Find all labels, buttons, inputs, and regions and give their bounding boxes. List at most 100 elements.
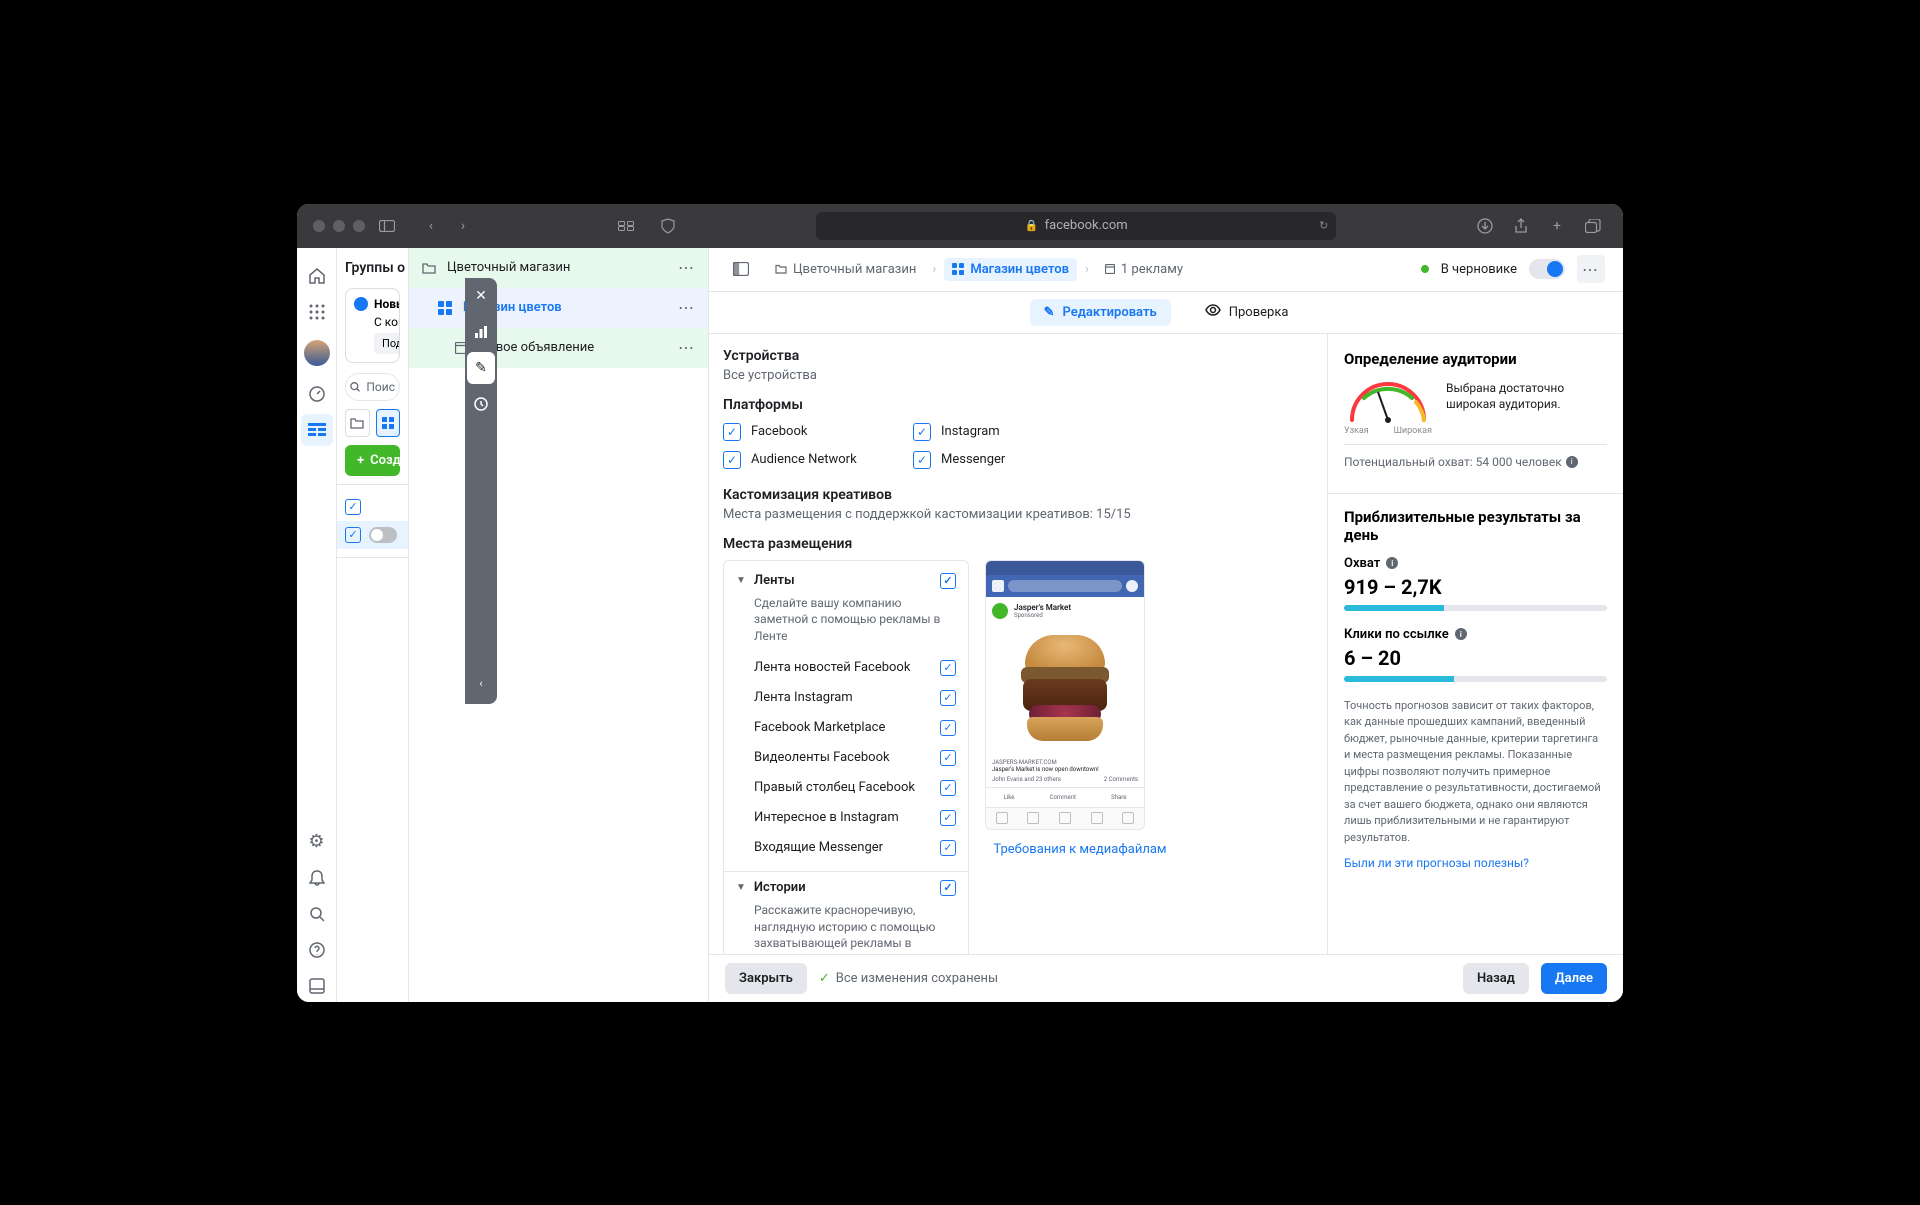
breadcrumb-adset[interactable]: Магазин цветов	[944, 258, 1077, 281]
apps-icon[interactable]	[301, 296, 333, 328]
forward-button-icon[interactable]: ›	[449, 212, 477, 240]
folder-icon[interactable]	[345, 409, 370, 437]
disclaimer-text: Точность прогнозов зависит от таких факт…	[1344, 698, 1607, 847]
ads-manager-icon[interactable]	[301, 414, 333, 446]
placement-item[interactable]: Интересное в Instagram✓	[736, 803, 956, 833]
placement-item[interactable]: Входящие Messenger✓	[736, 833, 956, 863]
platform-audience-network[interactable]: ✓Audience Network	[723, 451, 893, 469]
checkbox[interactable]: ✓	[940, 840, 956, 856]
checkbox[interactable]: ✓	[940, 720, 956, 736]
search-input[interactable]: Поис	[345, 373, 400, 401]
platform-facebook[interactable]: ✓Facebook	[723, 423, 893, 441]
checkbox[interactable]: ✓	[940, 880, 956, 896]
campaign-card[interactable]: Новый С конц Под	[345, 288, 400, 363]
table-row[interactable]: ✓	[337, 521, 408, 549]
browser-toolbar: ‹ › 🔒 facebook.com ↻ +	[297, 204, 1623, 248]
checkbox[interactable]: ✓	[940, 690, 956, 706]
more-icon[interactable]: ⋯	[1577, 255, 1605, 283]
checkbox[interactable]: ✓	[940, 750, 956, 766]
download-icon[interactable]	[1471, 212, 1499, 240]
search-icon[interactable]	[301, 898, 333, 930]
more-icon[interactable]: ⋯	[678, 258, 696, 277]
avatar[interactable]	[304, 340, 330, 366]
feedback-link[interactable]: Были ли эти прогнозы полезны?	[1344, 856, 1607, 870]
tab-icon	[996, 812, 1008, 824]
minimize-window-icon[interactable]	[333, 220, 345, 232]
chart-icon[interactable]	[465, 314, 497, 350]
collapse-icon[interactable]: ‹	[469, 672, 493, 696]
checkbox[interactable]: ✓	[913, 423, 931, 441]
tab-icon	[1027, 812, 1039, 824]
tab-edit[interactable]: ✎ Редактировать	[1030, 299, 1171, 326]
back-button-icon[interactable]: ‹	[417, 212, 445, 240]
group-header[interactable]: ▼ Истории ✓	[736, 880, 956, 896]
browser-right-buttons: +	[1471, 212, 1607, 240]
checkbox[interactable]: ✓	[723, 451, 741, 469]
shield-icon[interactable]	[654, 212, 682, 240]
checkbox[interactable]: ✓	[345, 527, 361, 543]
reader-icon[interactable]	[612, 212, 640, 240]
checkbox[interactable]: ✓	[940, 780, 956, 796]
info-icon[interactable]: i	[1455, 628, 1467, 640]
info-icon[interactable]: i	[1386, 557, 1398, 569]
grid-icon[interactable]	[376, 409, 401, 437]
tree-ad[interactable]: Новое объявление ⋯	[409, 328, 708, 368]
back-button[interactable]: Назад	[1463, 963, 1529, 994]
gauge-text: Выбрана достаточно широкая аудитория.	[1446, 380, 1607, 414]
placement-item[interactable]: Facebook Marketplace✓	[736, 713, 956, 743]
reload-icon[interactable]: ↻	[1319, 219, 1328, 232]
new-tab-icon[interactable]: +	[1543, 212, 1571, 240]
media-requirements-link[interactable]: Требования к медиафайлам	[985, 842, 1175, 857]
adset-icon	[437, 300, 453, 316]
table-row[interactable]: ✓	[345, 493, 400, 521]
info-icon[interactable]: i	[1566, 456, 1578, 468]
more-icon[interactable]: ⋯	[678, 298, 696, 317]
toggle[interactable]	[369, 527, 397, 543]
create-button[interactable]: + Созда	[345, 445, 400, 476]
url-bar[interactable]: 🔒 facebook.com ↻	[816, 212, 1336, 240]
checkbox[interactable]: ✓	[940, 573, 956, 589]
tab-review[interactable]: Проверка	[1191, 298, 1303, 326]
messenger-icon	[1126, 580, 1138, 592]
platform-messenger[interactable]: ✓Messenger	[913, 451, 1083, 469]
tabs-icon[interactable]	[1579, 212, 1607, 240]
panel-icon[interactable]	[301, 970, 333, 1002]
more-icon[interactable]: ⋯	[678, 338, 696, 357]
breadcrumb-campaign[interactable]: Цветочный магазин	[767, 258, 924, 281]
window-controls	[313, 220, 365, 232]
home-icon[interactable]	[301, 260, 333, 292]
group-header[interactable]: ▼ Ленты ✓	[736, 573, 956, 589]
sidebar-toggle-icon[interactable]	[373, 212, 401, 240]
checkbox[interactable]: ✓	[723, 423, 741, 441]
platform-instagram[interactable]: ✓Instagram	[913, 423, 1083, 441]
checkbox[interactable]: ✓	[345, 499, 361, 515]
share-icon[interactable]	[1507, 212, 1535, 240]
close-button[interactable]: Закрыть	[725, 963, 807, 994]
close-window-icon[interactable]	[313, 220, 325, 232]
group-desc: Сделайте вашу компанию заметной с помощь…	[754, 595, 956, 645]
maximize-window-icon[interactable]	[353, 220, 365, 232]
publish-toggle[interactable]	[1529, 259, 1565, 279]
gauge-icon[interactable]	[301, 378, 333, 410]
history-icon[interactable]	[465, 386, 497, 422]
checkbox[interactable]: ✓	[940, 810, 956, 826]
bell-icon[interactable]	[301, 862, 333, 894]
breadcrumb-ad[interactable]: 1 рекламу	[1097, 258, 1191, 281]
next-button[interactable]: Далее	[1541, 963, 1607, 994]
placement-item[interactable]: Лента Instagram✓	[736, 683, 956, 713]
center-header: Цветочный магазин › Магазин цветов › 1 р…	[709, 248, 1623, 292]
checkbox[interactable]: ✓	[940, 660, 956, 676]
edit-icon[interactable]: ✎	[467, 352, 495, 384]
help-icon[interactable]	[301, 934, 333, 966]
placement-item[interactable]: Правый столбец Facebook✓	[736, 773, 956, 803]
placement-item[interactable]: Лента новостей Facebook✓	[736, 653, 956, 683]
audience-title: Определение аудитории	[1344, 350, 1607, 368]
tree-adset[interactable]: Магазин цветов ⋯	[409, 288, 708, 328]
checkbox[interactable]: ✓	[913, 451, 931, 469]
tree-campaign[interactable]: Цветочный магазин ⋯	[409, 248, 708, 288]
gear-icon[interactable]: ⚙	[301, 826, 333, 858]
panel-toggle-icon[interactable]	[727, 255, 755, 283]
placement-item[interactable]: Видеоленты Facebook✓	[736, 743, 956, 773]
close-panel-icon[interactable]: ✕	[465, 278, 497, 314]
group-desc: Расскажите красноречивую, наглядную исто…	[754, 902, 956, 954]
